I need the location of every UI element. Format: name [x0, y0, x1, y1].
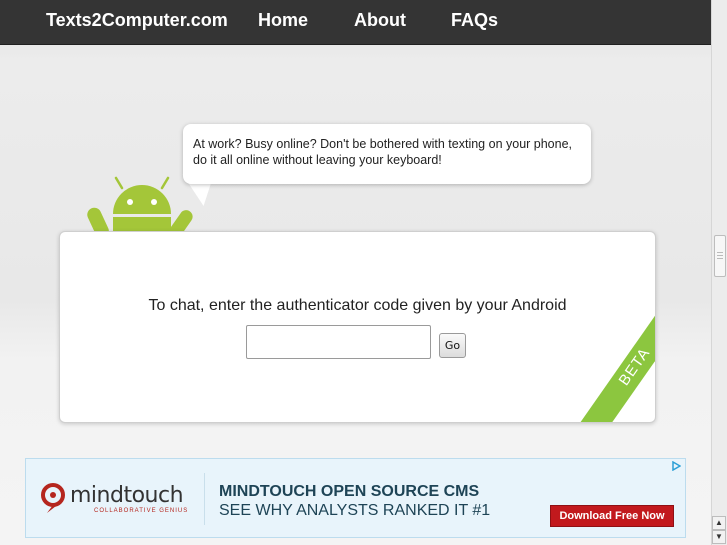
vertical-scrollbar[interactable]: ▲ ▼ [711, 0, 727, 545]
bubble-text: At work? Busy online? Don't be bothered … [193, 137, 573, 167]
ad-choices-icon[interactable] [671, 461, 681, 471]
auth-card: To chat, enter the authenticator code gi… [59, 231, 656, 423]
mindtouch-logo: mindtouch COLLABORATIVE GENIUS [40, 481, 200, 521]
auth-code-input[interactable] [246, 325, 431, 359]
scroll-up-arrow-icon[interactable]: ▲ [712, 516, 726, 530]
ad-banner[interactable]: mindtouch COLLABORATIVE GENIUS MINDTOUCH… [25, 458, 686, 538]
download-free-now-button[interactable]: Download Free Now [550, 505, 674, 527]
ad-logo-text: mindtouch [70, 483, 184, 508]
speech-bubble: At work? Busy online? Don't be bothered … [183, 124, 591, 184]
scroll-down-arrow-icon[interactable]: ▼ [712, 530, 726, 544]
nav-home[interactable]: Home [258, 10, 308, 31]
brand-link[interactable]: Texts2Computer.com [46, 10, 228, 31]
ad-headline: MINDTOUCH OPEN SOURCE CMS [219, 483, 480, 500]
top-nav-bar: Texts2Computer.com Home About FAQs [0, 0, 712, 45]
ad-divider [204, 473, 205, 525]
nav-faqs[interactable]: FAQs [451, 10, 498, 31]
mindtouch-logo-icon [41, 483, 65, 513]
go-button[interactable]: Go [439, 333, 466, 358]
auth-prompt: To chat, enter the authenticator code gi… [148, 297, 567, 314]
scrollbar-thumb[interactable] [714, 235, 726, 277]
ad-subheadline: SEE WHY ANALYSTS RANKED IT #1 [219, 502, 491, 519]
android-mascot-icon [87, 176, 193, 234]
ad-tagline: COLLABORATIVE GENIUS [94, 508, 189, 514]
nav-about[interactable]: About [354, 10, 406, 31]
